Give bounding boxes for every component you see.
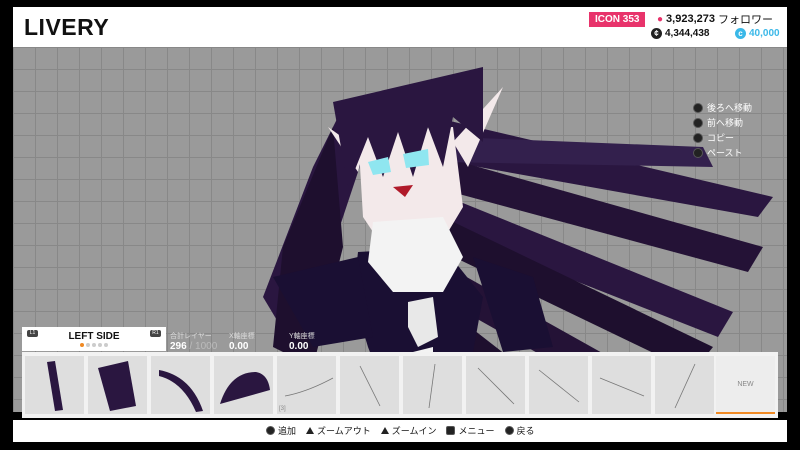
hint-menu[interactable]: メニュー (446, 424, 495, 437)
layer-tile[interactable]: [3] (277, 356, 336, 414)
layer-shape (98, 361, 136, 411)
menu-item-paste[interactable]: ペースト (693, 145, 752, 160)
followers: ● 3,923,273 フォロワー (657, 11, 773, 27)
y-coord-stat: Y軸座標 0.00 (289, 331, 315, 352)
hint-label: 戻る (516, 426, 535, 436)
layer-tile[interactable] (529, 356, 588, 414)
page-title: LIVERY (24, 14, 110, 40)
layer-tile[interactable] (151, 356, 210, 414)
hint-label: ズームイン (391, 426, 437, 436)
rb-button-icon[interactable]: R1 (150, 330, 161, 337)
credits-icon: ¢ (651, 28, 662, 39)
button-icon (693, 132, 703, 143)
layer-shape (599, 377, 645, 397)
layer-shape (428, 363, 436, 409)
page-dot (98, 343, 102, 347)
new-layer-label: NEW (737, 381, 754, 388)
cp-value: 40,000 (749, 28, 780, 39)
cp-icon: c (735, 28, 746, 39)
layer-count-badge: [3] (279, 406, 286, 412)
button-icon (693, 147, 703, 158)
layer-count-max: / 1000 (189, 341, 218, 352)
x-coord-value: 0.00 (229, 341, 249, 352)
layer-tile[interactable] (214, 356, 273, 414)
button-icon (693, 117, 703, 128)
page-dot (92, 343, 96, 347)
layer-shape (220, 372, 270, 404)
layer-shape (477, 367, 515, 405)
side-selector[interactable]: L1 LEFT SIDE R1 (22, 327, 166, 351)
menu-item-move-front[interactable]: 前へ移動 (693, 115, 752, 130)
followers-label: フォロワー (717, 14, 773, 26)
page-dot (104, 343, 108, 347)
layer-tile[interactable] (655, 356, 714, 414)
layer-count-value: 296 (170, 341, 187, 352)
hint-zoom-in[interactable]: ズームイン (380, 424, 437, 437)
side-page-dots (80, 343, 108, 347)
layer-shape (538, 369, 580, 403)
layer-tile[interactable] (88, 356, 147, 414)
layer-shape (159, 370, 203, 412)
y-coord-value: 0.00 (289, 341, 309, 352)
hint-label: 追加 (278, 426, 297, 436)
hint-zoom-out[interactable]: ズームアウト (306, 424, 371, 437)
button-hint-bar: 追加 ズームアウト ズームイン メニュー 戻る (13, 420, 787, 442)
side-title: LEFT SIDE (68, 331, 120, 342)
hint-back[interactable]: 戻る (504, 424, 535, 437)
header-bar: LIVERY ICON 353 ● 3,923,273 フォロワー ¢ 4,34… (13, 7, 787, 47)
hint-label: メニュー (458, 426, 495, 436)
layer-tile[interactable] (592, 356, 651, 414)
cross-button-icon (504, 426, 514, 435)
page-dot (86, 343, 90, 347)
shoulder-button-icon (306, 427, 315, 434)
x-coord-stat: X軸座標 0.00 (229, 331, 255, 352)
options-button-icon (446, 426, 456, 435)
layer-shape (674, 363, 696, 409)
shoulder-button-icon (380, 427, 389, 434)
cp-points: c 40,000 (735, 28, 780, 39)
layer-tile[interactable] (340, 356, 399, 414)
layer-strip: [3] NEW (22, 352, 778, 418)
hint-label: ズームアウト (317, 426, 371, 436)
page-dot (80, 343, 84, 347)
followers-count: 3,923,273 (666, 13, 715, 25)
menu-item-label: ペースト (707, 148, 743, 158)
layer-tile[interactable] (403, 356, 462, 414)
layer-count-label: 合計レイヤー (170, 333, 212, 340)
layer-tile[interactable] (25, 356, 84, 414)
x-coord-label: X軸座標 (229, 333, 255, 340)
menu-item-label: コピー (707, 133, 735, 143)
icon-count-badge: ICON 353 (589, 12, 646, 27)
y-coord-label: Y軸座標 (289, 333, 315, 340)
layer-shape (359, 365, 381, 407)
credits: ¢ 4,344,438 (651, 28, 710, 39)
layer-count-stat: 合計レイヤー 296 / 1000 (170, 331, 217, 352)
layer-tile[interactable] (466, 356, 525, 414)
hint-add[interactable]: 追加 (266, 424, 296, 437)
menu-item-move-back[interactable]: 後ろへ移動 (693, 100, 752, 115)
credits-value: 4,344,438 (665, 28, 710, 39)
circle-button-icon (266, 426, 275, 435)
screen: LIVERY ICON 353 ● 3,923,273 フォロワー ¢ 4,34… (0, 0, 800, 450)
menu-item-copy[interactable]: コピー (693, 130, 752, 145)
menu-item-label: 前へ移動 (707, 118, 744, 128)
new-layer-tile[interactable]: NEW (716, 356, 775, 414)
people-icon: ● (657, 13, 664, 25)
layer-shape (47, 361, 63, 411)
menu-item-label: 後ろへ移動 (707, 103, 753, 113)
button-icon (693, 102, 703, 113)
context-menu: 後ろへ移動 前へ移動 コピー ペースト (693, 100, 752, 160)
